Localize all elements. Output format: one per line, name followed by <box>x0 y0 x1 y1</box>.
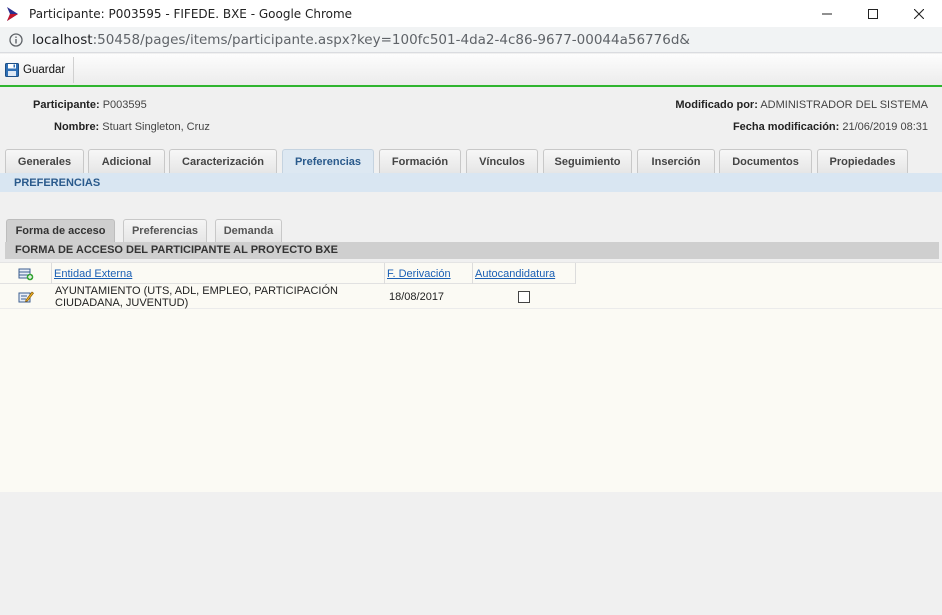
toolbar: Guardar <box>0 54 942 87</box>
fifede-logo-icon <box>7 6 18 21</box>
nombre-label: Nombre: <box>54 121 100 133</box>
tab-formacion[interactable]: Formación <box>379 149 461 173</box>
fecha-value: 21/06/2019 08:31 <box>842 121 928 133</box>
section-header: PREFERENCIAS <box>0 173 942 192</box>
subtab-forma-de-acceso[interactable]: Forma de acceso <box>6 219 115 242</box>
column-entidad-externa[interactable]: Entidad Externa <box>52 263 385 284</box>
fecha-field: Fecha modificación: 21/06/2019 08:31 <box>733 121 928 133</box>
sort-autocandidatura-link[interactable]: Autocandidatura <box>475 268 555 280</box>
window-titlebar: Participante: P003595 - FIFEDE. BXE - Go… <box>0 0 942 27</box>
participante-field: Participante: P003595 <box>33 99 147 111</box>
address-bar[interactable]: localhost:50458/pages/items/participante… <box>0 27 942 53</box>
minimize-icon <box>822 13 832 14</box>
window-title: Participante: P003595 - FIFEDE. BXE - Go… <box>29 6 353 21</box>
f-derivacion-cell: 18/08/2017 <box>389 290 445 303</box>
edit-row-icon[interactable] <box>18 290 34 304</box>
entidad-externa-cell: AYUNTAMIENTO (UTS, ADL, EMPLEO, PARTICIP… <box>55 284 385 309</box>
tab-vinculos[interactable]: Vínculos <box>466 149 538 173</box>
modificado-value: ADMINISTRADOR DEL SISTEMA <box>760 99 928 111</box>
autocandidatura-cell <box>518 284 532 309</box>
add-row-icon[interactable] <box>18 267 34 281</box>
sub-tabs: Forma de acceso Preferencias Demanda <box>0 219 942 242</box>
grid-container: Entidad Externa F. Derivación Autocandid… <box>0 262 942 492</box>
url-host: localhost <box>32 31 93 48</box>
minimize-button[interactable] <box>804 0 850 27</box>
entidad-line-2: CIUDADANA, JUVENTUD) <box>55 296 189 309</box>
info-icon[interactable] <box>9 32 23 47</box>
tab-seguimiento[interactable]: Seguimiento <box>543 149 632 173</box>
column-autocandidatura[interactable]: Autocandidatura <box>473 263 576 284</box>
sort-entidad-externa-link[interactable]: Entidad Externa <box>54 268 132 280</box>
save-button-label: Guardar <box>23 63 66 76</box>
floppy-disk-icon <box>5 62 19 77</box>
url-path: :50458/pages/items/participante.aspx?key… <box>92 31 690 48</box>
main-tabs: Generales Adicional Caracterización Pref… <box>0 149 942 174</box>
subtab-preferencias[interactable]: Preferencias <box>123 219 207 242</box>
tab-documentos[interactable]: Documentos <box>719 149 812 173</box>
participante-label: Participante: <box>33 99 100 111</box>
add-row-cell[interactable] <box>0 263 52 284</box>
subsection-header: FORMA DE ACCESO DEL PARTICIPANTE AL PROY… <box>5 242 939 259</box>
tab-caracterizacion[interactable]: Caracterización <box>169 149 277 173</box>
participant-header: Participante: P003595 Nombre: Stuart Sin… <box>0 89 942 145</box>
save-button[interactable]: Guardar <box>0 56 75 83</box>
maximize-icon <box>868 8 878 19</box>
section-title: PREFERENCIAS <box>14 177 101 189</box>
tab-generales[interactable]: Generales <box>5 149 84 173</box>
fecha-label: Fecha modificación: <box>732 121 840 133</box>
modificado-field: Modificado por: ADMINISTRADOR DEL SISTEM… <box>675 99 928 111</box>
tab-insercion[interactable]: Inserción <box>637 149 715 173</box>
table-row: AYUNTAMIENTO (UTS, ADL, EMPLEO, PARTICIP… <box>0 284 942 309</box>
tab-adicional[interactable]: Adicional <box>88 149 165 173</box>
nombre-field: Nombre: Stuart Singleton, Cruz <box>54 121 210 133</box>
participante-value: P003595 <box>102 99 147 111</box>
edit-row-cell[interactable] <box>0 284 52 309</box>
url-text[interactable]: localhost:50458/pages/items/participante… <box>32 32 690 48</box>
maximize-button[interactable] <box>850 0 896 27</box>
tab-propiedades[interactable]: Propiedades <box>817 149 908 173</box>
nombre-value: Stuart Singleton, Cruz <box>102 121 210 133</box>
subsection-title: FORMA DE ACCESO DEL PARTICIPANTE AL PROY… <box>15 244 338 256</box>
entidad-line-1: AYUNTAMIENTO (UTS, ADL, EMPLEO, PARTICIP… <box>55 284 338 297</box>
modificado-label: Modificado por: <box>675 99 758 111</box>
tab-preferencias[interactable]: Preferencias <box>282 149 374 174</box>
subtab-demanda[interactable]: Demanda <box>215 219 282 242</box>
grid-header: Entidad Externa F. Derivación Autocandid… <box>0 263 576 284</box>
column-f-derivacion[interactable]: F. Derivación <box>385 263 473 284</box>
close-icon <box>914 8 924 19</box>
sort-f-derivacion-link[interactable]: F. Derivación <box>387 268 451 280</box>
close-button[interactable] <box>896 0 942 27</box>
autocandidatura-checkbox[interactable] <box>518 290 530 303</box>
